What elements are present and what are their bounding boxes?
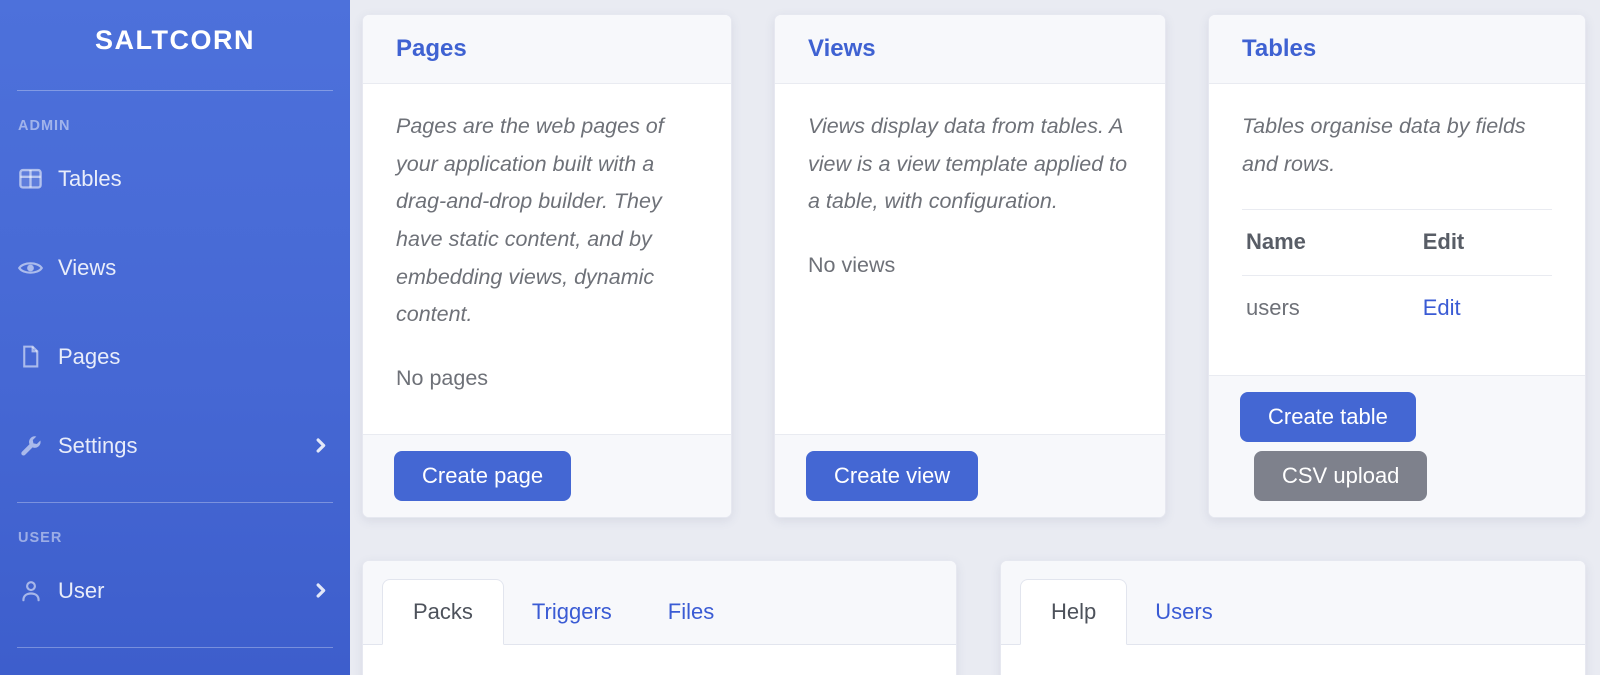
tables-list: Name Edit users Edit — [1242, 209, 1552, 340]
pages-card-footer: Create page — [363, 434, 731, 517]
tables-description: Tables organise data by fields and rows. — [1242, 108, 1552, 183]
sidebar-item-label: Settings — [58, 433, 138, 459]
table-name-cell: users — [1242, 275, 1419, 340]
sidebar-section-admin: ADMIN — [18, 118, 332, 134]
create-view-button[interactable]: Create view — [806, 451, 978, 501]
tables-card-header: Tables — [1209, 15, 1585, 84]
user-icon — [17, 577, 44, 604]
wrench-icon — [17, 432, 44, 459]
chevron-right-icon — [311, 581, 330, 600]
file-icon — [17, 343, 44, 370]
help-panel: Help Users — [1000, 560, 1586, 675]
sidebar-item-pages[interactable]: Pages — [0, 312, 350, 401]
create-page-button[interactable]: Create page — [394, 451, 571, 501]
views-empty-state: No views — [808, 247, 1132, 285]
eye-icon — [17, 254, 44, 281]
sidebar-divider — [17, 502, 333, 503]
tab-packs[interactable]: Packs — [382, 579, 504, 645]
tables-list-header-row: Name Edit — [1242, 210, 1552, 276]
tables-card-footer: Create table CSV upload — [1209, 375, 1585, 517]
tables-card: Tables Tables organise data by fields an… — [1208, 14, 1586, 518]
views-card-title: Views — [808, 35, 1132, 63]
pages-card-body: Pages are the web pages of your applicat… — [363, 84, 731, 434]
main-content: Pages Pages are the web pages of your ap… — [350, 0, 1600, 675]
bottom-panels-row: Packs Triggers Files Help Users — [362, 560, 1586, 675]
brand-logo[interactable]: SALTCORN — [0, 0, 350, 70]
csv-upload-button[interactable]: CSV upload — [1254, 451, 1427, 501]
column-header-edit: Edit — [1419, 210, 1552, 276]
sidebar-item-label: Pages — [58, 344, 120, 370]
table-icon — [17, 165, 44, 192]
help-panel-body — [1001, 645, 1585, 675]
tab-files[interactable]: Files — [640, 580, 742, 644]
pages-card-title: Pages — [396, 35, 698, 63]
tables-card-body: Tables organise data by fields and rows.… — [1209, 84, 1585, 375]
packs-panel: Packs Triggers Files — [362, 560, 957, 675]
sidebar: SALTCORN ADMIN Tables Views P — [0, 0, 350, 675]
sidebar-divider — [17, 647, 333, 648]
tab-help[interactable]: Help — [1020, 579, 1127, 645]
pages-empty-state: No pages — [396, 360, 698, 398]
column-header-name: Name — [1242, 210, 1419, 276]
sidebar-item-label: Views — [58, 255, 116, 281]
edit-table-link[interactable]: Edit — [1423, 295, 1461, 320]
sidebar-item-label: User — [58, 578, 104, 604]
pages-description: Pages are the web pages of your applicat… — [396, 108, 698, 334]
table-row: users Edit — [1242, 275, 1552, 340]
views-description: Views display data from tables. A view i… — [808, 108, 1132, 221]
pages-card-header: Pages — [363, 15, 731, 84]
chevron-right-icon — [311, 436, 330, 455]
help-panel-tabs: Help Users — [1001, 561, 1585, 645]
sidebar-section-user: USER — [18, 530, 332, 546]
views-card-body: Views display data from tables. A view i… — [775, 84, 1165, 434]
views-card: Views Views display data from tables. A … — [774, 14, 1166, 518]
sidebar-item-views[interactable]: Views — [0, 223, 350, 312]
dashboard-cards-row: Pages Pages are the web pages of your ap… — [362, 14, 1586, 518]
pages-card: Pages Pages are the web pages of your ap… — [362, 14, 732, 518]
sidebar-divider — [17, 90, 333, 91]
sidebar-item-label: Tables — [58, 166, 122, 192]
packs-panel-tabs: Packs Triggers Files — [363, 561, 956, 645]
sidebar-item-user[interactable]: User — [0, 546, 350, 635]
tables-card-title: Tables — [1242, 35, 1552, 63]
views-card-header: Views — [775, 15, 1165, 84]
packs-panel-body — [363, 645, 956, 675]
sidebar-item-tables[interactable]: Tables — [0, 134, 350, 223]
views-card-footer: Create view — [775, 434, 1165, 517]
create-table-button[interactable]: Create table — [1240, 392, 1416, 442]
sidebar-item-settings[interactable]: Settings — [0, 401, 350, 490]
tab-triggers[interactable]: Triggers — [504, 580, 640, 644]
tab-users[interactable]: Users — [1127, 580, 1240, 644]
